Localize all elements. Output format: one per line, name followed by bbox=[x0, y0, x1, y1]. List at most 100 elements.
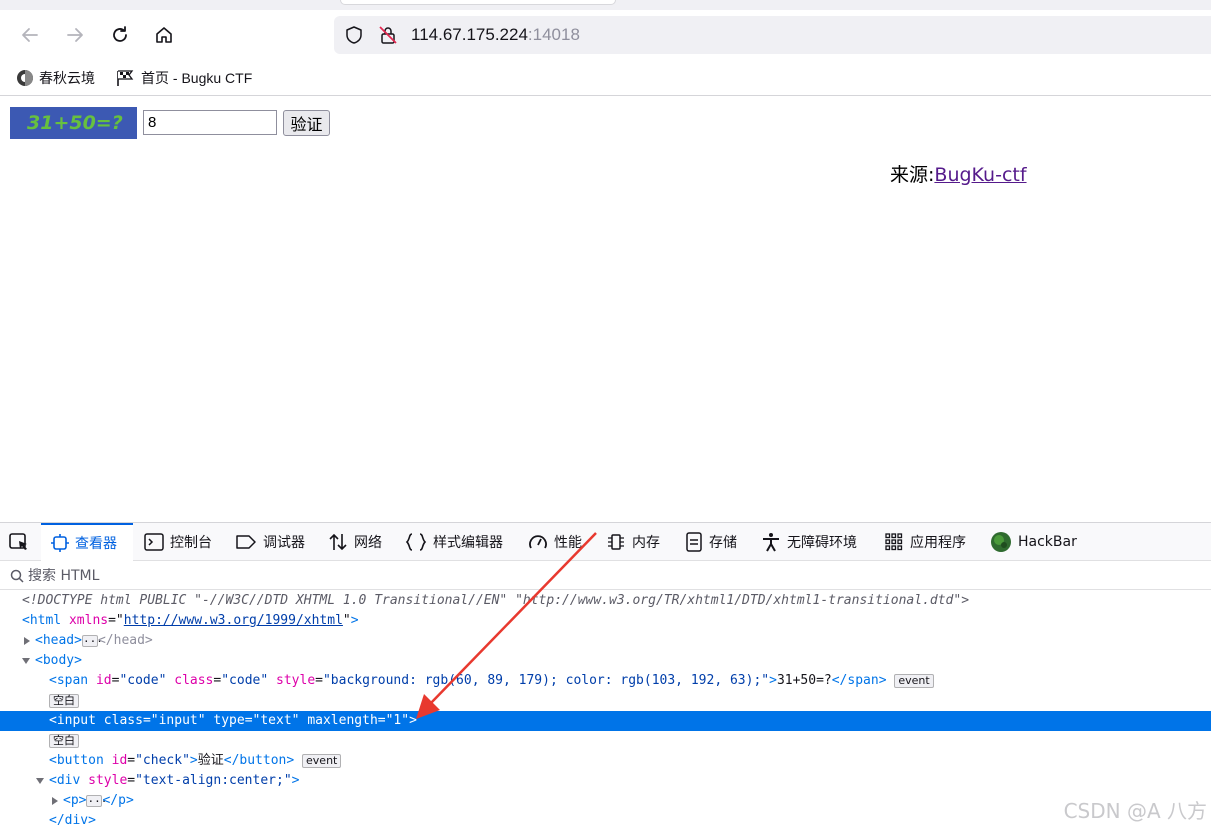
tag-name: <html bbox=[22, 613, 62, 628]
tab-storage[interactable]: 存储 bbox=[685, 523, 737, 561]
tag-name: <body> bbox=[35, 653, 82, 668]
tree-row-html[interactable]: <html xmlns="http://www.w3.org/1999/xhtm… bbox=[0, 611, 1211, 631]
attr-name: maxlength bbox=[307, 713, 378, 728]
captcha-code: 31+50=? bbox=[10, 107, 137, 139]
tab-performance[interactable]: 性能 bbox=[528, 523, 582, 561]
tab-debugger[interactable]: 调试器 bbox=[235, 523, 305, 561]
style-editor-icon bbox=[405, 533, 427, 551]
tag-name: <div bbox=[49, 773, 81, 788]
tab-label: HackBar bbox=[1018, 534, 1077, 550]
storage-icon bbox=[686, 532, 702, 552]
tab-strip bbox=[0, 0, 1211, 10]
tab-label: 应用程序 bbox=[910, 535, 966, 551]
bookmark-chunqiu[interactable]: 春秋云境 bbox=[16, 67, 95, 89]
attr-name: type bbox=[213, 713, 245, 728]
collapse-twisty-icon[interactable] bbox=[22, 658, 30, 664]
tree-row-whitespace[interactable]: 空白 bbox=[0, 691, 1211, 711]
tab-network[interactable]: 网络 bbox=[328, 523, 382, 561]
tree-row-input-selected[interactable]: <input class="input" type="text" maxleng… bbox=[0, 711, 1211, 731]
expand-twisty-icon[interactable] bbox=[52, 797, 58, 805]
reload-button[interactable] bbox=[107, 22, 133, 48]
url-text[interactable]: 114.67.175.224:14018 bbox=[411, 25, 580, 45]
shield-icon[interactable] bbox=[344, 25, 364, 45]
answer-input[interactable] bbox=[143, 110, 277, 135]
hackbar-icon bbox=[991, 532, 1011, 552]
tab-label: 内存 bbox=[632, 535, 660, 551]
whitespace-badge[interactable]: 空白 bbox=[49, 733, 79, 748]
back-button[interactable] bbox=[17, 22, 43, 48]
attr-link[interactable]: http://www.w3.org/1999/xhtml bbox=[124, 613, 343, 628]
home-button[interactable] bbox=[151, 22, 177, 48]
performance-icon bbox=[529, 535, 547, 549]
csdn-watermark: CSDN @A 八方 bbox=[1063, 799, 1207, 823]
attr-name: id bbox=[95, 673, 112, 688]
tree-row-div-close[interactable]: </div> bbox=[0, 811, 1211, 830]
event-badge[interactable]: event bbox=[894, 673, 934, 688]
application-icon bbox=[885, 533, 903, 551]
tab-console[interactable]: 控制台 bbox=[144, 523, 212, 561]
bookmarks-toolbar: 春秋云境 首页 - Bugku CTF bbox=[0, 60, 1211, 96]
debugger-icon bbox=[236, 535, 256, 549]
tag-name: <button bbox=[49, 753, 104, 768]
element-picker-icon[interactable] bbox=[8, 532, 30, 552]
tab-inspector[interactable]: 查看器 bbox=[41, 523, 133, 561]
tree-row-head[interactable]: <head>...</head> bbox=[0, 631, 1211, 651]
tab-style-editor[interactable]: 样式编辑器 bbox=[405, 523, 503, 561]
search-html-input[interactable] bbox=[28, 567, 428, 584]
tree-row-doctype[interactable]: <!DOCTYPE html PUBLIC "-//W3C//DTD XHTML… bbox=[0, 591, 1211, 611]
arrow-left-icon bbox=[22, 28, 38, 42]
tree-row-whitespace[interactable]: 空白 bbox=[0, 731, 1211, 751]
url-port: :14018 bbox=[527, 25, 580, 44]
span-node: <span id="code" class="code" style="back… bbox=[49, 671, 934, 691]
attr-value: "text" bbox=[252, 713, 300, 728]
source-link[interactable]: BugKu-ctf bbox=[934, 164, 1026, 186]
collapsed-ellipsis-icon[interactable]: ... bbox=[81, 633, 103, 647]
attr-name: style bbox=[276, 673, 316, 688]
attr-name: class bbox=[103, 713, 143, 728]
active-tab[interactable] bbox=[340, 0, 616, 5]
chunqiu-favicon-icon bbox=[17, 70, 33, 86]
tree-row-button[interactable]: <button id="check">验证</button> event bbox=[0, 751, 1211, 771]
attr-name: class bbox=[174, 673, 214, 688]
text-node: 验证 bbox=[197, 753, 224, 768]
insecure-lock-icon[interactable] bbox=[378, 25, 398, 45]
tree-row-body[interactable]: <body> bbox=[0, 651, 1211, 671]
tag-name: <p> bbox=[63, 793, 87, 808]
tab-memory[interactable]: 内存 bbox=[606, 523, 660, 561]
whitespace-badge[interactable]: 空白 bbox=[49, 693, 79, 708]
tab-application[interactable]: 应用程序 bbox=[884, 523, 966, 561]
tree-row-div[interactable]: <div style="text-align:center;"> bbox=[0, 771, 1211, 791]
p-node: <p>...</p> bbox=[63, 791, 134, 811]
tag-close: </p> bbox=[102, 793, 134, 808]
attr-value: "1" bbox=[385, 713, 410, 728]
div-close-node: </div> bbox=[49, 811, 96, 830]
tag-close: </span> bbox=[831, 673, 887, 688]
attr-name: id bbox=[111, 753, 128, 768]
tree-row-p[interactable]: <p>...</p> bbox=[0, 791, 1211, 811]
body-node: <body> bbox=[35, 651, 82, 671]
tag-name: <head> bbox=[35, 633, 82, 648]
home-icon bbox=[156, 27, 172, 43]
collapsed-ellipsis-icon[interactable]: ... bbox=[86, 793, 107, 807]
tab-label: 网络 bbox=[354, 535, 382, 551]
tab-hackbar[interactable]: HackBar bbox=[990, 523, 1077, 561]
check-button[interactable]: 验证 bbox=[283, 110, 330, 136]
tab-label: 控制台 bbox=[170, 535, 212, 551]
tree-row-span[interactable]: <span id="code" class="code" style="back… bbox=[0, 671, 1211, 691]
memory-icon bbox=[608, 534, 624, 550]
collapse-twisty-icon[interactable] bbox=[36, 778, 44, 784]
bookmark-bugku[interactable]: 首页 - Bugku CTF bbox=[116, 67, 252, 89]
tab-label: 存储 bbox=[709, 535, 737, 551]
url-host: 114.67.175.224 bbox=[411, 25, 528, 44]
event-badge[interactable]: event bbox=[302, 753, 342, 768]
bookmark-label: 首页 - Bugku CTF bbox=[141, 70, 253, 86]
forward-button[interactable] bbox=[62, 22, 88, 48]
text-node: 31+50=? bbox=[776, 673, 832, 688]
tag-close: </head> bbox=[97, 633, 153, 648]
attr-name: style bbox=[88, 773, 128, 788]
expand-twisty-icon[interactable] bbox=[24, 637, 30, 645]
attr-name: xmlns bbox=[68, 613, 109, 628]
button-node: <button id="check">验证</button> event bbox=[49, 751, 342, 771]
url-bar[interactable]: 114.67.175.224:14018 bbox=[334, 16, 1211, 54]
tab-accessibility[interactable]: 无障碍环境 bbox=[761, 523, 857, 561]
